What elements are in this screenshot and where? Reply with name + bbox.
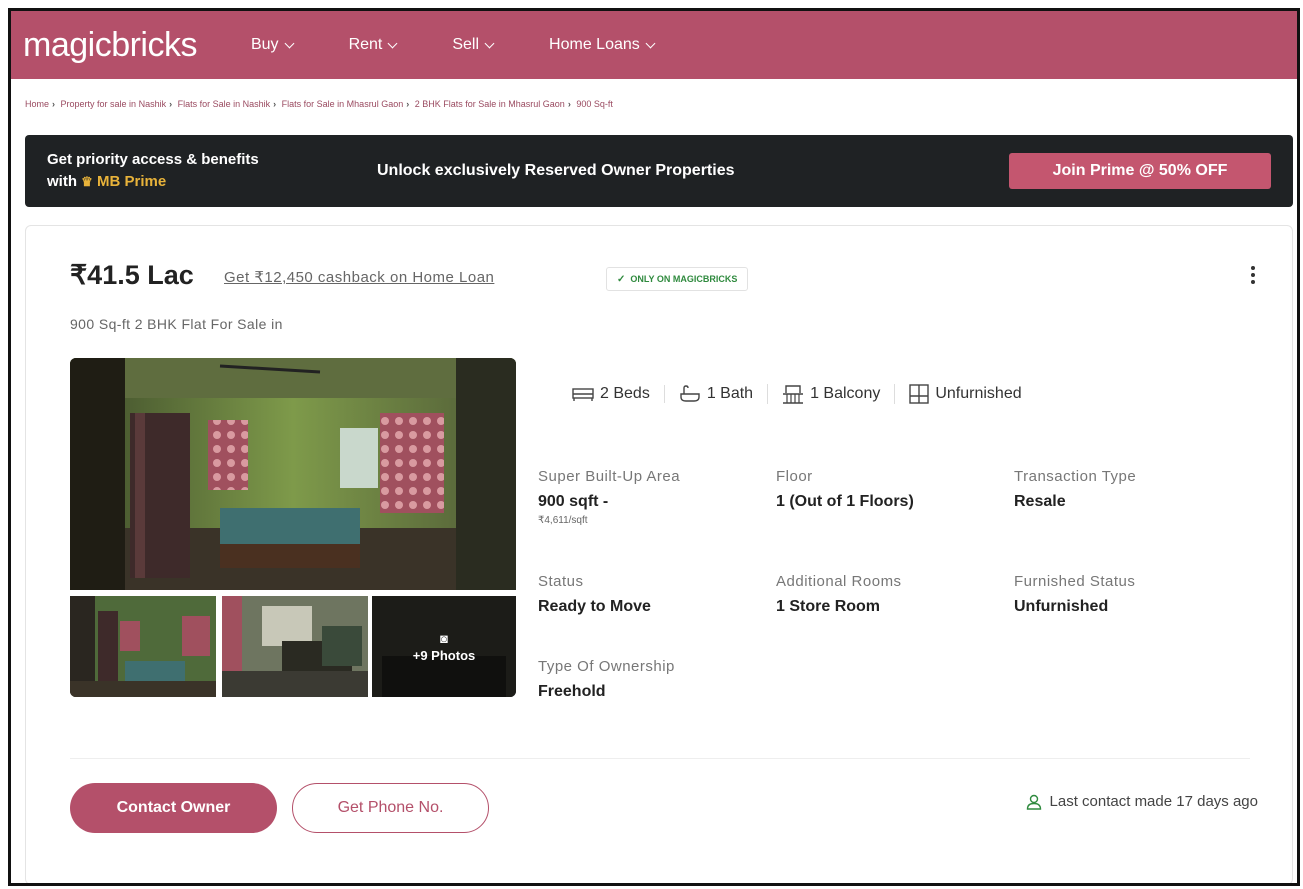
more-photos-thumbnail[interactable]: ◙ +9 Photos — [372, 596, 516, 697]
feature-balcony: 1 Balcony — [767, 384, 894, 404]
spec-label: Status — [538, 573, 584, 590]
feature-bath: 1 Bath — [663, 385, 767, 403]
property-card: ₹41.5 Lac Get ₹12,450 cashback on Home L… — [25, 225, 1293, 883]
spec-label: Type Of Ownership — [538, 658, 675, 675]
nav-buy-label: Buy — [250, 36, 279, 53]
more-photos-label: +9 Photos — [412, 647, 476, 663]
prime-with: with — [47, 173, 77, 190]
breadcrumb-separator: › — [169, 99, 173, 109]
contact-owner-button[interactable]: Contact Owner — [70, 783, 277, 833]
crown-icon: ♛ — [81, 174, 93, 189]
spec-transaction-type: Transaction Type Resale — [1014, 468, 1136, 511]
prime-message: Unlock exclusively Reserved Owner Proper… — [377, 162, 735, 179]
breadcrumb-separator: › — [273, 99, 277, 109]
bedroom-photo-image — [70, 358, 516, 590]
balcony-icon — [783, 385, 804, 404]
furnishing-icon — [909, 384, 930, 404]
spec-label: Transaction Type — [1014, 468, 1137, 485]
breadcrumb-separator: › — [567, 99, 571, 109]
nav-sell[interactable]: Sell — [452, 36, 495, 54]
breadcrumb-separator: › — [406, 99, 410, 109]
breadcrumb-link[interactable]: Flats for Sale in Nashik — [178, 99, 271, 109]
spec-value: 1 Store Room — [776, 598, 881, 615]
spec-label: Additional Rooms — [776, 573, 902, 590]
check-icon: ✓ — [617, 273, 626, 285]
spec-value: Ready to Move — [538, 598, 651, 615]
prime-benefits-text: Get priority access & benefits with ♛ MB… — [47, 149, 347, 193]
breadcrumb-link[interactable]: Property for sale in Nashik — [61, 99, 167, 109]
top-navigation-bar: magicbricks Buy Rent Sell Home Loans — [11, 11, 1297, 79]
breadcrumb: Home › Property for sale in Nashik › Flats… — [25, 99, 613, 109]
magicbricks-logo[interactable]: magicbricks — [23, 26, 197, 65]
prime-line-2: with ♛ MB Prime — [47, 171, 347, 193]
nav-buy[interactable]: Buy — [250, 36, 295, 54]
chevron-down-icon — [645, 38, 656, 48]
feature-balcony-label: 1 Balcony — [810, 385, 881, 402]
last-contact-label: Last contact made 17 days ago — [1049, 793, 1258, 810]
prime-banner: Get priority access & benefits with ♛ MB… — [25, 135, 1293, 207]
breadcrumb-link[interactable]: 2 BHK Flats for Sale in Mhasrul Gaon — [415, 99, 565, 109]
spec-value: 900 sqft - — [538, 493, 609, 510]
card-divider — [70, 758, 1250, 759]
spec-furnished-status: Furnished Status Unfurnished — [1014, 573, 1135, 616]
nav-rent-label: Rent — [348, 36, 383, 53]
property-features: 2 Beds 1 Bath 1 Balcony Unfurnished — [558, 384, 1036, 404]
spec-type-of-ownership: Type Of Ownership Freehold — [538, 658, 675, 701]
only-on-magicbricks-badge: ✓ ONLY ON MAGICBRICKS — [606, 267, 749, 291]
spec-floor: Floor 1 (Out of 1 Floors) — [776, 468, 914, 511]
thumbnail-image — [222, 596, 368, 697]
browser-frame: magicbricks Buy Rent Sell Home Loans Hom… — [8, 8, 1300, 886]
join-prime-button[interactable]: Join Prime @ 50% OFF — [1009, 153, 1271, 189]
property-price: ₹41.5 Lac — [70, 260, 194, 290]
spec-label: Super Built-Up Area — [538, 468, 681, 485]
breadcrumb-link[interactable]: Home — [25, 99, 49, 109]
photo-thumbnail[interactable] — [222, 596, 368, 697]
breadcrumb-current: 900 Sq-ft — [576, 99, 613, 109]
user-icon — [1026, 794, 1041, 810]
nav-home-loans[interactable]: Home Loans — [549, 36, 656, 54]
prime-line-1: Get priority access & benefits — [47, 151, 259, 168]
breadcrumb-separator: › — [52, 99, 56, 109]
bed-icon — [572, 388, 594, 401]
spec-value: Resale — [1014, 493, 1066, 510]
feature-furnishing: Unfurnished — [894, 384, 1035, 404]
spec-value: Freehold — [538, 683, 606, 700]
breadcrumb-link[interactable]: Flats for Sale in Mhasrul Gaon — [282, 99, 404, 109]
chevron-down-icon — [387, 38, 398, 48]
feature-beds-label: 2 Beds — [600, 385, 650, 402]
cashback-link[interactable]: Get ₹12,450 cashback on Home Loan — [224, 268, 494, 286]
thumbnail-image — [70, 596, 216, 697]
bath-icon — [680, 385, 700, 402]
chevron-down-icon — [284, 38, 295, 48]
spec-label: Furnished Status — [1014, 573, 1136, 590]
more-photos-overlay: ◙ +9 Photos — [372, 596, 516, 697]
feature-bath-label: 1 Bath — [706, 385, 754, 402]
spec-label: Floor — [776, 468, 813, 485]
price-per-sqft: ₹4,611/sqft — [538, 515, 588, 526]
property-subtitle: 900 Sq-ft 2 BHK Flat For Sale in — [70, 316, 283, 332]
spec-additional-rooms: Additional Rooms 1 Store Room — [776, 573, 902, 616]
photo-thumbnail[interactable] — [70, 596, 216, 697]
feature-furnishing-label: Unfurnished — [935, 385, 1022, 402]
prime-brand: MB Prime — [97, 173, 167, 190]
chevron-down-icon — [484, 38, 495, 48]
spec-status: Status Ready to Move — [538, 573, 651, 616]
more-options-icon[interactable] — [1250, 266, 1256, 284]
spec-value: 1 (Out of 1 Floors) — [776, 493, 914, 510]
feature-beds: 2 Beds — [558, 385, 664, 403]
spec-value: Unfurnished — [1014, 598, 1109, 615]
main-property-photo[interactable] — [70, 358, 516, 590]
camera-icon: ◙ — [440, 630, 448, 646]
get-phone-button[interactable]: Get Phone No. — [292, 783, 489, 833]
nav-sell-label: Sell — [452, 36, 480, 53]
last-contact-info: Last contact made 17 days ago — [1026, 793, 1258, 810]
badge-label: ONLY ON MAGICBRICKS — [630, 274, 738, 284]
nav-rent[interactable]: Rent — [348, 36, 398, 54]
spec-super-built-up-area: Super Built-Up Area 900 sqft - ₹4,611/sq… — [538, 468, 680, 526]
nav-home-loans-label: Home Loans — [549, 36, 640, 53]
